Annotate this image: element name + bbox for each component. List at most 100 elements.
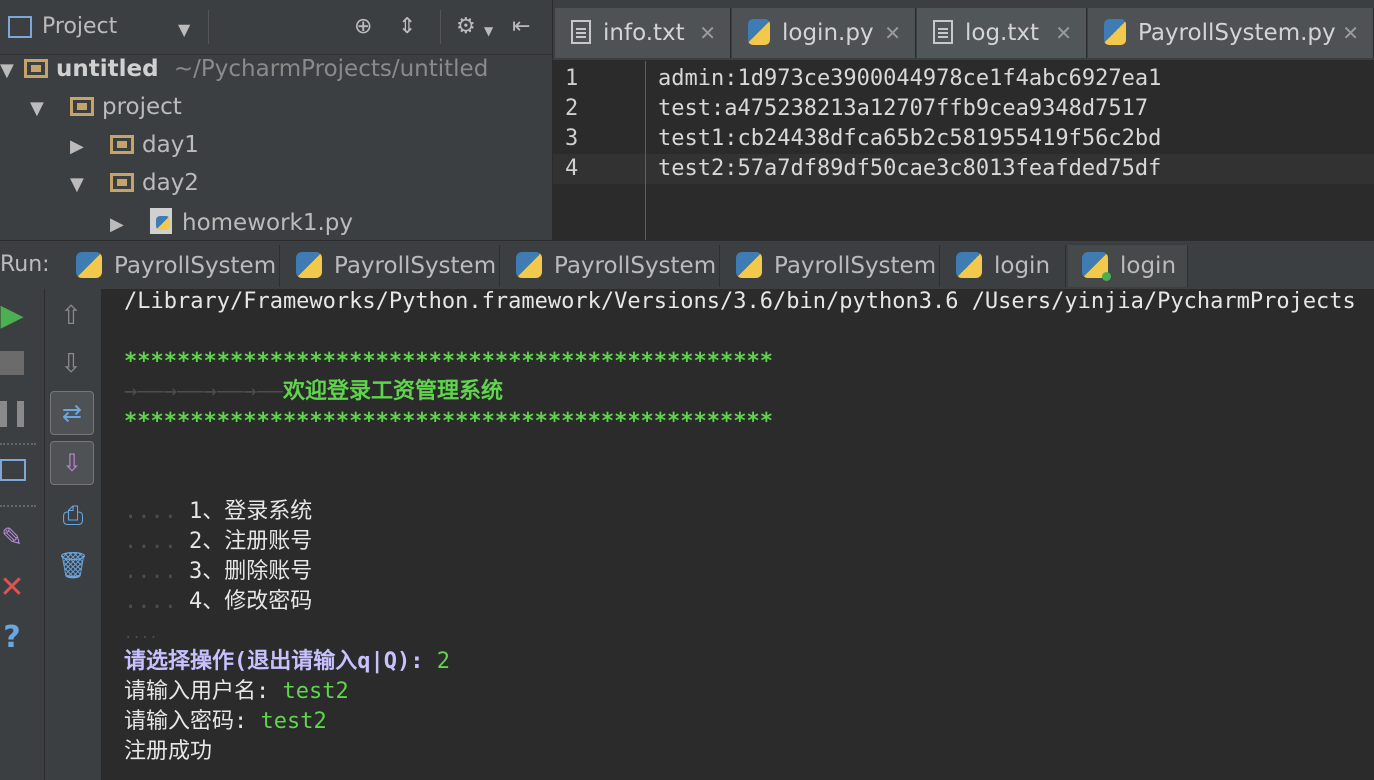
console-menu-item: .... 3、删除账号 (124, 559, 313, 584)
tree-item-label: homework1.py (182, 210, 354, 236)
text-file-icon (571, 20, 591, 44)
console-username-line: 请输入用户名: test2 (124, 677, 349, 707)
dump-threads-icon[interactable] (0, 459, 26, 481)
tab-label: login.py (782, 20, 874, 46)
run-tab-payrollsystem[interactable]: PayrollSystem (502, 245, 720, 287)
expand-arrow-icon[interactable]: ▼ (70, 174, 94, 195)
python-file-icon (748, 19, 770, 45)
console-password-line: 请输入密码: test2 (124, 707, 327, 737)
tree-item-label: project (102, 94, 182, 120)
soft-wrap-icon[interactable]: ⇄ (50, 391, 94, 435)
locate-target-icon[interactable]: ⊕ (354, 14, 372, 39)
python-running-icon (1082, 252, 1111, 281)
hide-panel-icon[interactable]: ⇤ (512, 14, 530, 39)
python-icon (956, 252, 982, 278)
tree-item-day2[interactable]: ▼ day2 (70, 170, 199, 208)
code-line[interactable]: test2:57a7df89df50cae3c8013feafded75df (658, 154, 1161, 184)
run-tab-login[interactable]: login (942, 245, 1066, 287)
expand-arrow-icon[interactable]: ▼ (0, 60, 24, 81)
python-icon (736, 252, 762, 278)
tree-item-day1[interactable]: ▶ day1 (70, 132, 199, 170)
run-tab-payrollsystem[interactable]: PayrollSystem (282, 245, 500, 287)
stop-icon[interactable] (0, 351, 24, 375)
expand-arrow-icon[interactable]: ▶ (110, 214, 134, 235)
whitespace-marker: →——→——→——→—— (124, 379, 283, 404)
console-welcome-text: 欢迎登录工资管理系统 (282, 379, 503, 404)
run-tab-payrollsystem[interactable]: PayrollSystem (62, 245, 280, 287)
console-user-input: 2 (436, 649, 450, 674)
run-tab-label: login (994, 253, 1051, 279)
code-line[interactable]: test1:cb24438dfca65b2c581955419f56c2bd (658, 124, 1161, 154)
arrow-down-icon[interactable]: ⇩ (49, 349, 93, 379)
folder-icon (70, 97, 94, 116)
help-icon[interactable]: ? (0, 623, 34, 653)
pin-icon[interactable]: ✎ (0, 523, 34, 553)
tab-info-txt[interactable]: info.txt ✕ (555, 8, 731, 58)
line-number: 3 (565, 126, 579, 151)
close-icon[interactable]: ✕ (699, 8, 716, 58)
folder-icon (110, 173, 134, 192)
tab-login-py[interactable]: login.py ✕ (732, 8, 916, 58)
tab-log-txt[interactable]: log.txt ✕ (917, 8, 1087, 58)
console-output[interactable]: /Library/Frameworks/Python.framework/Ver… (102, 289, 1374, 780)
tab-payrollsystem-py[interactable]: PayrollSystem.py ✕ (1088, 8, 1374, 58)
run-tab-bar: Run: PayrollSystem PayrollSystem Payroll… (0, 240, 1374, 290)
project-view-icon (8, 16, 32, 38)
rerun-icon[interactable]: ▶ (0, 301, 34, 331)
console-prompt: 请选择操作(退出请输入q|Q): (124, 649, 424, 674)
editor[interactable]: 1 2 3 4 admin:1d973ce3900044978ce1f4abc6… (553, 61, 1374, 240)
run-label: Run: (0, 252, 50, 277)
tab-label: log.txt (965, 20, 1040, 46)
console-welcome-line: →——→——→——→——欢迎登录工资管理系统 (124, 377, 503, 407)
console-menu-item: .... 1、登录系统 (124, 499, 313, 524)
code-line[interactable]: admin:1d973ce3900044978ce1f4abc6927ea1 (658, 64, 1161, 94)
run-tab-label: PayrollSystem (114, 253, 277, 279)
python-icon (296, 252, 322, 278)
python-file-icon (1104, 19, 1126, 45)
console-stars-top: ****************************************… (124, 349, 774, 374)
trash-icon[interactable]: 🗑 (51, 551, 95, 581)
python-icon (516, 252, 542, 278)
line-number: 4 (565, 156, 579, 181)
editor-tab-bar: info.txt ✕ login.py ✕ log.txt ✕ PayrollS… (553, 0, 1374, 61)
console-stars-bottom: ****************************************… (124, 409, 774, 434)
project-view-selector[interactable]: Project (42, 14, 117, 39)
run-toolbar-secondary: ⇧ ⇩ ⇄ ⇩ ⎙ 🗑 (45, 289, 102, 780)
chevron-down-icon[interactable]: ▼ (484, 24, 493, 38)
arrow-up-icon[interactable]: ⇧ (49, 301, 93, 331)
tree-item-homework1[interactable]: ▶ homework1.py (110, 208, 353, 240)
close-icon[interactable]: ✕ (1055, 8, 1072, 58)
scroll-to-end-icon[interactable]: ⇩ (50, 441, 94, 485)
run-tab-login-active[interactable]: login (1068, 245, 1188, 287)
project-panel: Project ▼ ⊕ ⇕ ⚙ ▼ ⇤ ▼ untitled ~/PycharmP… (0, 0, 552, 240)
tree-item-label: day1 (142, 132, 199, 158)
console-command-line: /Library/Frameworks/Python.framework/Ver… (124, 289, 1356, 314)
gear-icon[interactable]: ⚙ (456, 14, 476, 39)
chevron-down-icon[interactable]: ▼ (178, 20, 190, 39)
tree-item-untitled[interactable]: ▼ untitled ~/PycharmProjects/untitled (0, 56, 488, 94)
tree-item-label: untitled (56, 56, 159, 82)
tree-item-project[interactable]: ▼ project (30, 94, 182, 132)
python-file-icon (150, 208, 172, 234)
folder-icon (110, 135, 134, 154)
expand-arrow-icon[interactable]: ▶ (70, 136, 94, 157)
print-icon[interactable]: ⎙ (51, 501, 95, 531)
folder-icon (24, 59, 48, 78)
expand-arrow-icon[interactable]: ▼ (30, 98, 54, 119)
tree-item-label: day2 (142, 170, 199, 196)
close-icon[interactable]: ✕ (0, 573, 34, 603)
close-icon[interactable]: ✕ (884, 8, 901, 58)
code-line[interactable]: test:a475238213a12707ffb9cea9348d7517 (658, 94, 1148, 124)
console-menu-item: .... 2、注册账号 (124, 529, 313, 554)
pause-icon[interactable] (0, 401, 24, 427)
run-tab-label: PayrollSystem (334, 253, 497, 279)
python-icon (76, 252, 102, 278)
console-menu-item: .... 4、修改密码 (124, 589, 313, 614)
run-tab-label: PayrollSystem (554, 253, 717, 279)
whitespace-marker: .... (124, 626, 158, 642)
run-tab-label: PayrollSystem (774, 253, 937, 279)
close-icon[interactable]: ✕ (1342, 8, 1359, 58)
console-prompt-line: 请选择操作(退出请输入q|Q): 2 (124, 647, 450, 677)
run-tab-payrollsystem[interactable]: PayrollSystem (722, 245, 940, 287)
collapse-all-icon[interactable]: ⇕ (398, 14, 416, 39)
